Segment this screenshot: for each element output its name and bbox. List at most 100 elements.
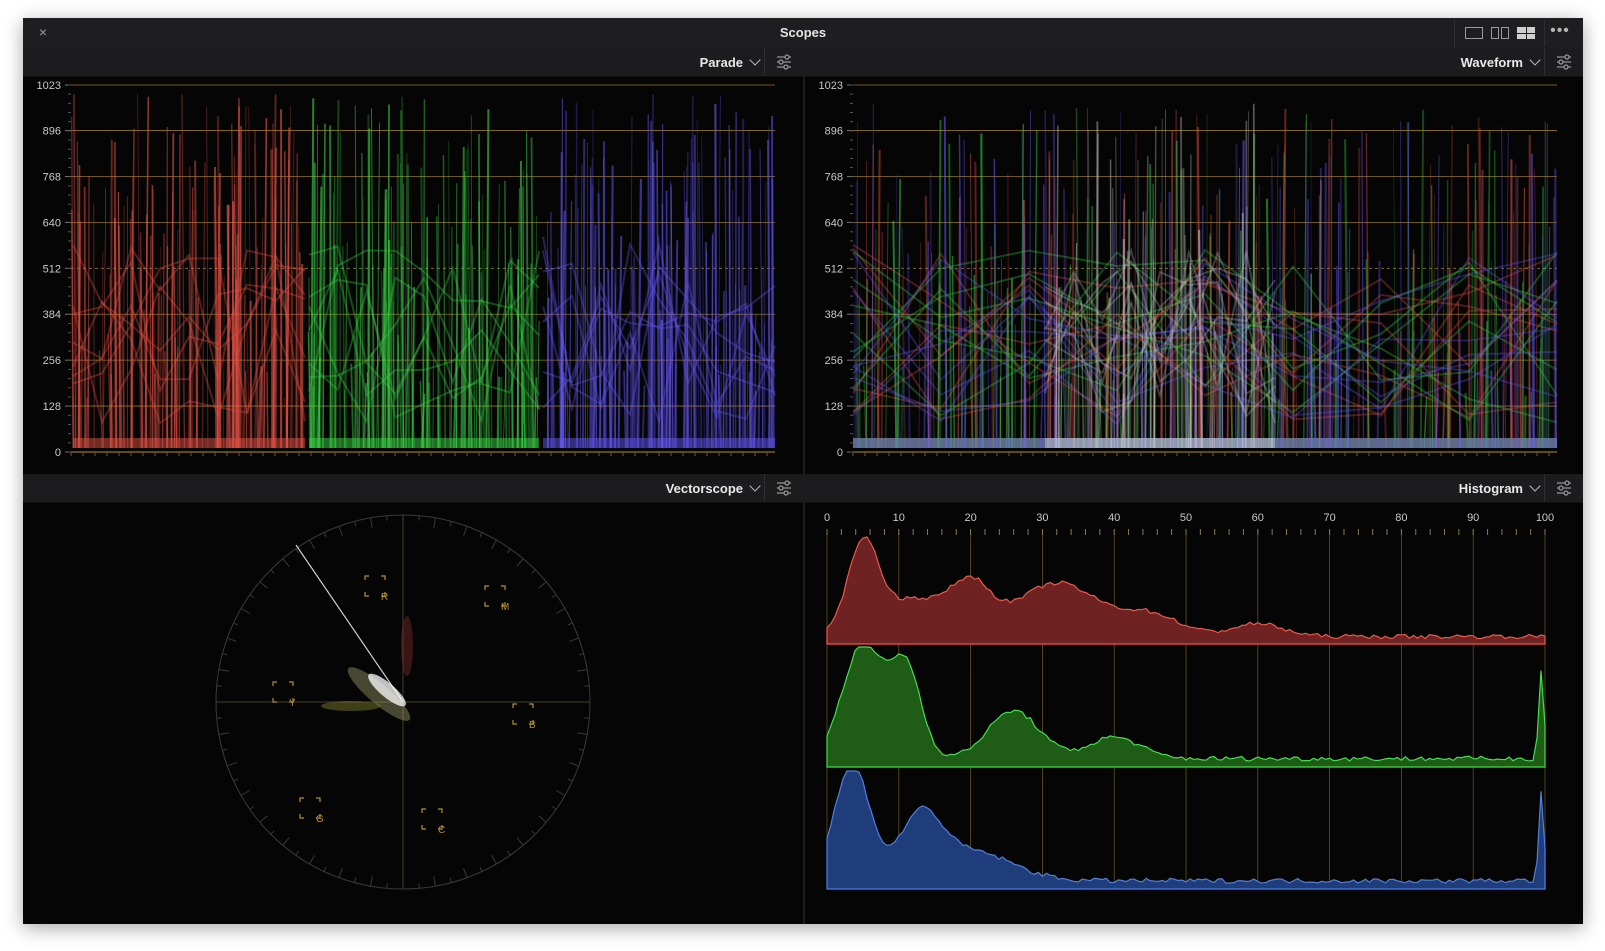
histogram-scope-selector[interactable]: Histogram: [1459, 474, 1541, 502]
trace: [1219, 335, 1222, 449]
trace: [1022, 346, 1027, 449]
scale-label: 384: [43, 309, 61, 321]
trace: [79, 345, 84, 449]
target-corner: [364, 592, 369, 597]
waveform-scope: 1023 896 768 640 512 384 256 128 0: [819, 80, 1558, 459]
scale-label: 256: [43, 355, 61, 367]
scale-label: 640: [825, 217, 843, 229]
histogram-panel: Histogram 0 10 20 30 40 50 60 70 80 90 100: [805, 474, 1583, 924]
trace: [728, 124, 731, 449]
target-corner: [289, 681, 294, 686]
trace: [613, 268, 617, 449]
quad-view-icon[interactable]: [1517, 27, 1535, 39]
trace: [170, 133, 175, 449]
scale-label: 100: [1536, 512, 1554, 524]
graticule-tick: [551, 594, 557, 599]
title-bar: × Scopes •••: [23, 18, 1583, 49]
parade-settings-icon[interactable]: [764, 48, 803, 76]
dual-view-icon[interactable]: [1491, 27, 1509, 39]
trace: [1292, 314, 1295, 449]
trace: [757, 351, 761, 449]
trace: [557, 247, 562, 449]
scale-label: 1023: [37, 80, 61, 92]
graticule-tick: [577, 669, 588, 672]
trace: [1153, 126, 1157, 449]
trace: [496, 376, 501, 449]
graticule-tick: [433, 876, 436, 887]
trace: [1514, 164, 1517, 449]
trace: [87, 175, 90, 449]
scale-label: 20: [964, 512, 976, 524]
trace: [1039, 372, 1044, 449]
trace: [701, 136, 705, 449]
trace: [582, 139, 586, 449]
scale-label: 128: [43, 401, 61, 413]
graticule-tick: [479, 532, 483, 538]
parade-scope: 1023 896 768 640 512 384 256 128 0: [37, 80, 776, 459]
graticule-tick: [227, 637, 237, 642]
trace-floor: [73, 438, 305, 448]
more-options-icon[interactable]: •••: [1544, 20, 1575, 46]
waveform-settings-icon[interactable]: [1544, 48, 1583, 76]
vectorscope: R M Y B G C: [215, 514, 591, 890]
graticule-tick: [270, 830, 275, 835]
waveform-scope-selector[interactable]: Waveform: [1461, 48, 1541, 76]
trace: [963, 139, 966, 449]
target-box: R: [364, 575, 388, 603]
trace: [892, 220, 898, 449]
trace: [1361, 131, 1365, 449]
trace: [568, 201, 573, 449]
graticule-tick: [249, 594, 255, 599]
graticule-tick: [506, 548, 511, 554]
trace: [191, 210, 195, 449]
target-box: G: [299, 797, 324, 825]
graticule-tick: [577, 732, 588, 735]
graticule-tick: [295, 850, 300, 856]
graticule-tick: [538, 815, 547, 823]
graticule-tick: [556, 608, 566, 614]
target-corner: [421, 825, 426, 830]
scale-label: 0: [837, 447, 843, 459]
graticule-tick: [433, 517, 436, 528]
trace: [1044, 110, 1049, 449]
graticule-tick: [491, 855, 497, 865]
trace: [350, 363, 355, 449]
trace: [1330, 118, 1333, 449]
scale-label: 1023: [819, 80, 843, 92]
trace: [1080, 300, 1085, 449]
parade-scope-selector[interactable]: Parade: [700, 48, 761, 76]
trace: [370, 352, 374, 449]
graticule-tick: [240, 608, 250, 614]
graticule-tick: [491, 539, 497, 549]
graticule-tick: [531, 569, 536, 574]
trace-floor: [543, 438, 775, 448]
graticule-tick: [354, 877, 357, 883]
chevron-down-icon: [749, 54, 761, 66]
target-box: M: [484, 585, 509, 613]
vectorscope-scope-selector[interactable]: Vectorscope: [666, 474, 761, 502]
trace-floor: [1045, 438, 1275, 448]
graticule-tick: [282, 558, 290, 567]
trace: [223, 274, 225, 449]
trace: [411, 221, 413, 449]
histogram-settings-icon[interactable]: [1544, 474, 1583, 502]
target-corner: [316, 797, 321, 802]
chevron-down-icon: [749, 480, 761, 492]
single-view-icon[interactable]: [1465, 27, 1483, 39]
target-corner: [381, 575, 386, 580]
panel-divider: [803, 48, 805, 924]
trace: [470, 115, 473, 449]
trace: [206, 107, 209, 449]
trace: [1431, 185, 1434, 449]
trace: [897, 377, 901, 449]
vectorscope-settings-icon[interactable]: [764, 474, 803, 502]
trace: [1494, 150, 1496, 449]
graticule-tick: [567, 622, 573, 626]
scopes-window: × Scopes ••• Parade 1023 896 768 640 512 384 2…: [23, 18, 1583, 924]
parade-header: Parade: [23, 48, 803, 77]
target-corner: [299, 814, 304, 819]
trace: [550, 212, 553, 449]
target-box: C: [421, 808, 445, 836]
target-corner: [438, 808, 443, 813]
trace-floor: [309, 438, 539, 448]
